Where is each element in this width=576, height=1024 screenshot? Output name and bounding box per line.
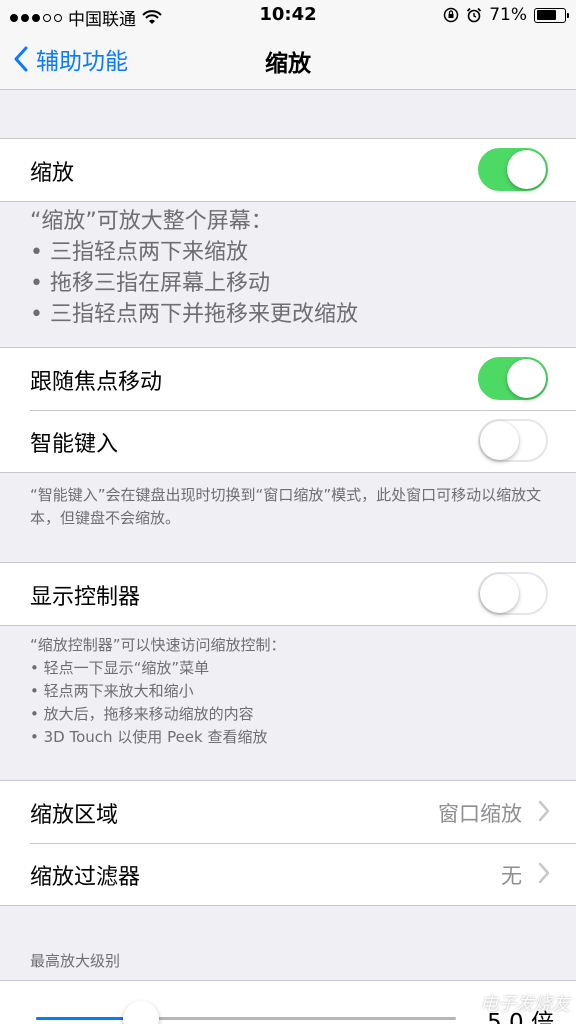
status-right: 71% [443,5,569,25]
max-zoom-header: 最高放大级别 [30,952,121,970]
zoom-region-row[interactable]: 缩放区域 窗口缩放 [0,781,576,843]
chevron-right-icon [538,800,550,822]
battery-icon [534,7,569,23]
battery-percent: 71% [489,5,527,25]
status-bar: 中国联通 10:42 71% [0,0,576,30]
smart-typing-row: 智能键入 [0,410,576,472]
zoom-description-heading: “缩放”可放大整个屏幕： [30,209,273,234]
controller-description-item: • 轻点两下来放大和缩小 [30,682,194,700]
smart-typing-label: 智能键入 [30,432,119,457]
controller-description-item: • 放大后，拖移来移动缩放的内容 [30,705,254,723]
zoom-group: 缩放 [0,138,576,202]
watermark-logo-icon [451,991,475,1015]
smart-typing-toggle[interactable] [478,419,548,462]
zoom-filter-row[interactable]: 缩放过滤器 无 [0,843,576,905]
zoom-row: 缩放 [0,139,576,201]
controller-description: “缩放控制器”可以快速访问缩放控制： • 轻点一下显示“缩放”菜单 • 轻点两下… [30,634,560,749]
zoom-toggle[interactable] [478,148,548,191]
zoom-description-item: • 拖移三指在屏幕上移动 [30,271,270,296]
show-controller-row: 显示控制器 [0,563,576,625]
zoom-region-value: 窗口缩放 [438,802,522,826]
zoom-description: “缩放”可放大整个屏幕： • 三指轻点两下来缩放 • 拖移三指在屏幕上移动 • … [30,206,560,330]
controller-group: 显示控制器 [0,562,576,626]
follow-focus-row: 跟随焦点移动 [0,348,576,410]
zoom-label: 缩放 [30,161,75,186]
zoom-filter-value: 无 [501,864,522,888]
navigation-bar: 辅助功能 缩放 [0,30,576,90]
max-zoom-slider[interactable] [36,1017,456,1020]
zoom-description-item: • 三指轻点两下来缩放 [30,240,248,265]
controller-description-item: • 3D Touch 以使用 Peek 查看缩放 [30,728,268,746]
show-controller-toggle[interactable] [478,572,548,615]
watermark: 电子发烧友 [450,990,570,1016]
watermark-text: 电子发烧友 [480,994,570,1015]
smart-typing-description: “智能键入”会在键盘出现时切换到“窗口缩放”模式，此处窗口可移动以缩放文本，但键… [30,486,542,527]
zoom-description-item: • 三指轻点两下并拖移来更改缩放 [30,302,358,327]
chevron-right-icon [538,862,550,884]
follow-focus-label: 跟随焦点移动 [30,370,163,395]
slider-thumb[interactable] [123,1001,159,1024]
show-controller-label: 显示控制器 [30,585,141,610]
alarm-icon [467,7,482,23]
page-title: 缩放 [265,51,311,77]
orientation-lock-icon [443,7,459,23]
zoom-region-label: 缩放区域 [30,803,119,828]
controller-description-heading: “缩放控制器”可以快速访问缩放控制： [30,636,286,654]
region-filter-group: 缩放区域 窗口缩放 缩放过滤器 无 [0,780,576,906]
follow-focus-toggle[interactable] [478,357,548,400]
controller-description-item: • 轻点一下显示“缩放”菜单 [30,659,210,677]
zoom-filter-label: 缩放过滤器 [30,865,141,890]
focus-typing-group: 跟随焦点移动 智能键入 [0,347,576,473]
